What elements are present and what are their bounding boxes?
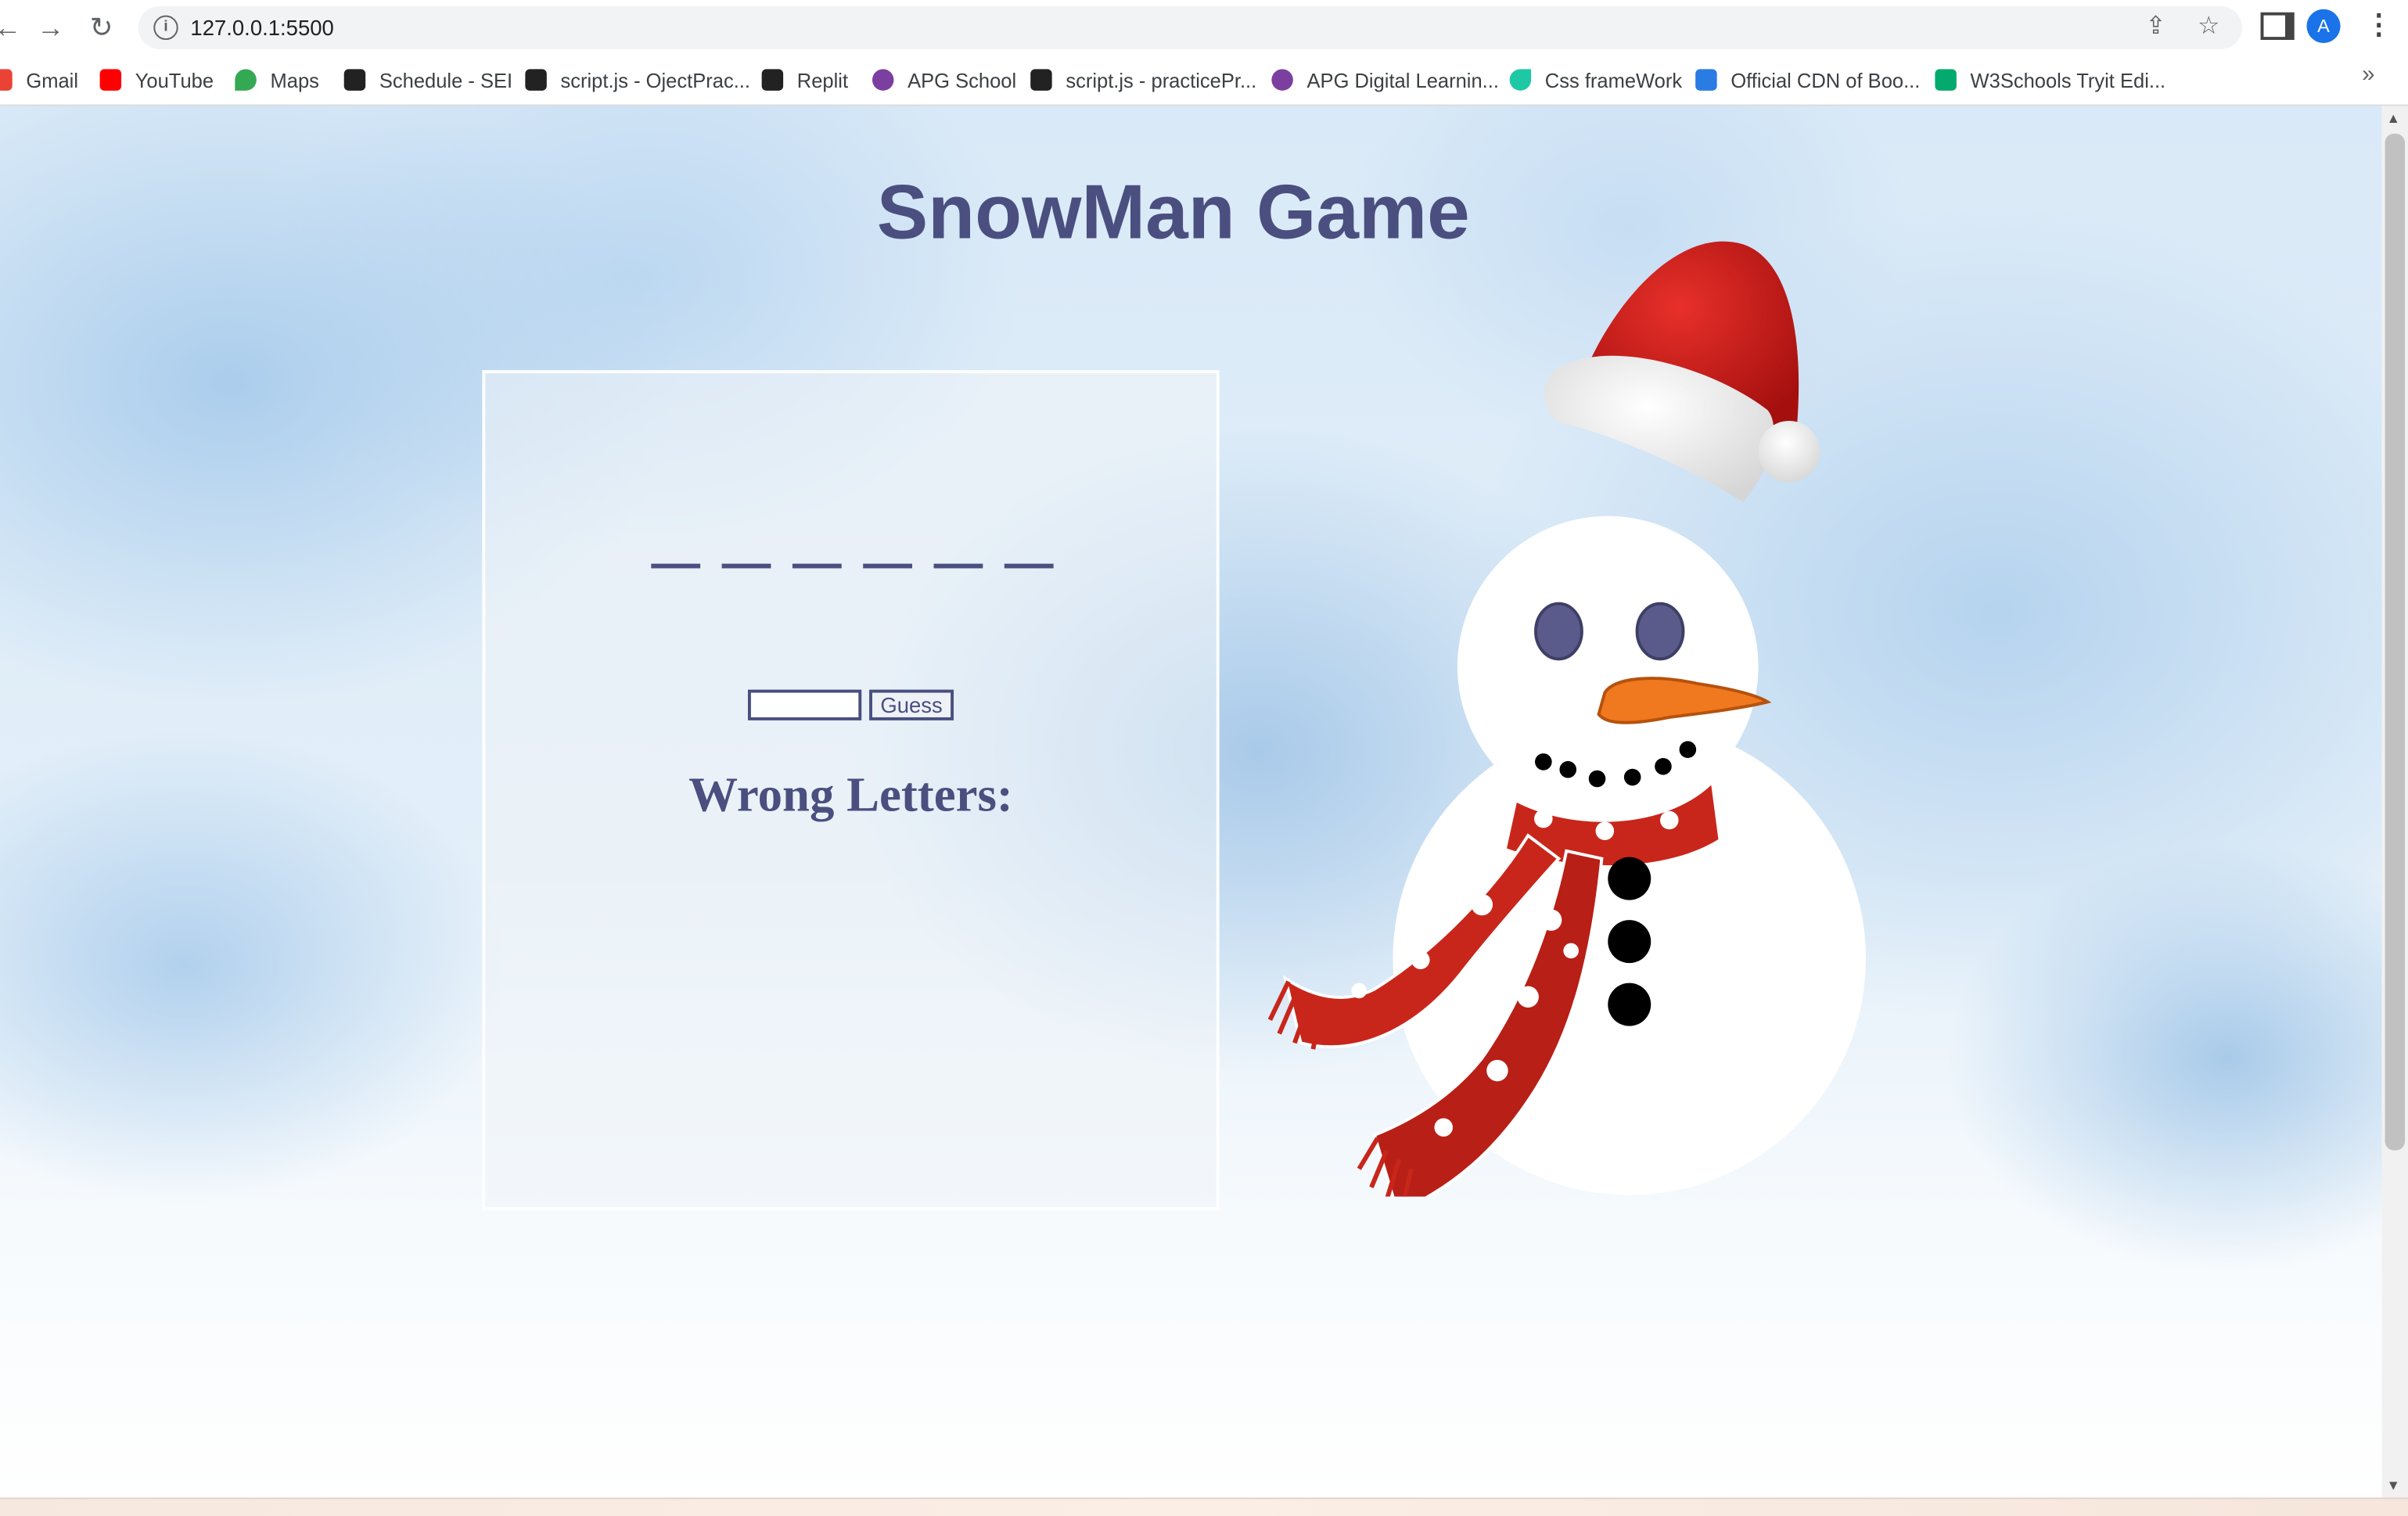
reload-icon[interactable]: ↻	[84, 11, 118, 45]
bookmarks-bar: Gmail YouTube Maps Schedule - SEI script…	[0, 55, 2408, 106]
page-title: SnowMan Game	[876, 168, 1470, 255]
letter-blank	[1004, 563, 1054, 569]
coat-button	[1608, 920, 1651, 964]
wrong-letters-label: Wrong Letters:	[688, 766, 1013, 822]
letter-blank	[933, 563, 983, 569]
game-panel: Guess Wrong Letters:	[482, 370, 1220, 1211]
address-bar[interactable]: i 127.0.0.1:5500	[138, 5, 2242, 49]
bookmark-label: APG School	[907, 68, 1017, 92]
page-viewport: SnowMan Game Guess Wrong Letters:	[0, 106, 2382, 1498]
word-blanks	[651, 563, 1054, 580]
bookmark-schedule[interactable]: Schedule - SEI	[343, 64, 513, 95]
snowman-head	[1457, 516, 1759, 817]
snowman-eye	[1534, 602, 1583, 661]
bookmark-label: script.js - OjectPrac...	[560, 68, 750, 92]
bookmark-bootstrap-cdn[interactable]: Official CDN of Boo...	[1695, 64, 1920, 95]
bookmark-label: Replit	[796, 68, 849, 92]
mouth-dot	[1535, 753, 1552, 771]
bookmark-gmail[interactable]: Gmail	[0, 64, 78, 95]
letter-blank	[792, 563, 842, 569]
bookmark-maps[interactable]: Maps	[235, 64, 319, 95]
bookmark-label: script.js - practicePr...	[1066, 68, 1257, 92]
replit-icon	[1030, 69, 1052, 91]
bootstrap-icon	[1695, 69, 1717, 91]
bookmark-apg-digital[interactable]: APG Digital Learnin...	[1271, 64, 1499, 95]
forward-icon[interactable]: →	[34, 11, 67, 45]
share-icon[interactable]: ⇪	[2145, 11, 2165, 41]
bookmark-label: APG Digital Learnin...	[1306, 68, 1499, 92]
maps-icon	[235, 69, 257, 91]
profile-avatar[interactable]: A	[2306, 9, 2341, 43]
url-text[interactable]: 127.0.0.1:5500	[190, 16, 333, 40]
apg-icon	[1271, 69, 1293, 91]
guess-button[interactable]: Guess	[869, 689, 954, 720]
letter-blank	[721, 563, 771, 569]
bookmark-star-icon[interactable]: ☆	[2198, 11, 2219, 41]
bookmark-css-framework[interactable]: Css frameWork	[1509, 64, 1683, 95]
scroll-up-icon[interactable]: ▲	[2387, 110, 2401, 126]
mouth-dot	[1588, 770, 1606, 788]
ga-icon	[343, 69, 366, 91]
guess-input[interactable]	[747, 689, 862, 720]
bookmark-youtube[interactable]: YouTube	[99, 64, 214, 95]
bookmark-label: Schedule - SEI	[379, 68, 513, 92]
youtube-icon	[99, 69, 122, 91]
menu-icon[interactable]: ⋮	[2365, 9, 2392, 41]
gmail-icon	[0, 69, 13, 91]
bottom-edge	[0, 1497, 2408, 1516]
bookmark-label: W3Schools Tryit Edi...	[1970, 68, 2166, 92]
bookmark-label: Official CDN of Boo...	[1731, 68, 1921, 92]
replit-icon	[761, 69, 784, 91]
snowman-illustration	[1267, 241, 1867, 1197]
letter-blank	[651, 563, 701, 569]
bookmark-w3schools[interactable]: W3Schools Tryit Edi...	[1935, 64, 2165, 95]
bookmark-script-oject[interactable]: script.js - OjectPrac...	[525, 64, 750, 95]
replit-icon	[525, 69, 547, 91]
coat-button	[1608, 983, 1651, 1026]
apg-icon	[872, 69, 894, 91]
scroll-down-icon[interactable]: ▼	[2387, 1478, 2401, 1493]
bookmark-label: Gmail	[26, 68, 79, 92]
bookmark-label: Css frameWork	[1544, 68, 1683, 92]
browser-toolbar: ← → ↻ i 127.0.0.1:5500 ⇪ ☆ A ⋮	[0, 0, 2408, 56]
scrollbar-thumb[interactable]	[2385, 133, 2406, 1151]
mouth-dot	[1655, 758, 1672, 775]
coat-button	[1608, 857, 1651, 900]
mouth-dot	[1559, 760, 1577, 778]
css-icon	[1509, 69, 1532, 91]
bookmark-label: Maps	[270, 68, 319, 92]
snowman-eye	[1635, 602, 1685, 661]
mouth-dot	[1623, 768, 1641, 786]
mouth-dot	[1679, 741, 1697, 758]
site-info-icon[interactable]: i	[153, 15, 178, 41]
letter-blank	[863, 563, 913, 569]
hat-pompom	[1758, 421, 1820, 483]
w3schools-icon	[1935, 69, 1957, 91]
bookmark-label: YouTube	[135, 68, 214, 92]
bookmark-apg-school[interactable]: APG School	[872, 64, 1016, 95]
back-icon[interactable]: ←	[0, 11, 24, 45]
bookmark-script-practice[interactable]: script.js - practicePr...	[1030, 64, 1256, 95]
bookmark-replit[interactable]: Replit	[761, 64, 849, 95]
side-panel-icon[interactable]	[2260, 12, 2295, 41]
more-bookmarks-icon[interactable]: »	[2362, 62, 2374, 88]
